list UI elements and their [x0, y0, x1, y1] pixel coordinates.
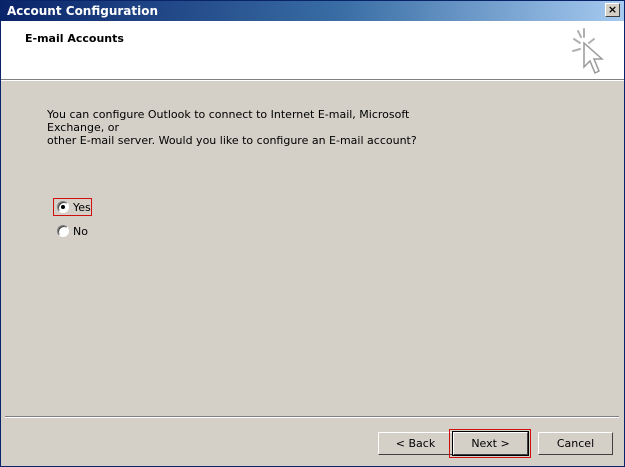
footer-divider-highlight	[5, 417, 619, 418]
radio-yes-indicator[interactable]	[57, 201, 69, 213]
radio-no-indicator[interactable]	[57, 225, 69, 237]
close-button[interactable]: ×	[605, 3, 620, 17]
window-title: Account Configuration	[7, 4, 159, 18]
wizard-header: E-mail Accounts	[1, 21, 624, 81]
page-title: E-mail Accounts	[25, 32, 124, 45]
title-bar[interactable]: Account Configuration ×	[1, 1, 624, 21]
configure-prompt: You can configure Outlook to connect to …	[47, 108, 467, 147]
cancel-button[interactable]: Cancel	[538, 432, 613, 455]
radio-no[interactable]: No	[57, 224, 88, 238]
wizard-cursor-icon	[572, 28, 604, 75]
prompt-line-2: other E-mail server. Would you like to c…	[47, 134, 417, 147]
account-configuration-dialog: Account Configuration × E-mail Accounts …	[0, 0, 625, 467]
radio-no-label[interactable]: No	[73, 225, 88, 238]
radio-yes[interactable]: Yes	[57, 200, 91, 214]
next-button[interactable]: Next >	[452, 431, 529, 456]
radio-yes-label[interactable]: Yes	[73, 201, 91, 214]
back-button[interactable]: < Back	[378, 432, 453, 455]
prompt-line-1: You can configure Outlook to connect to …	[47, 108, 410, 134]
